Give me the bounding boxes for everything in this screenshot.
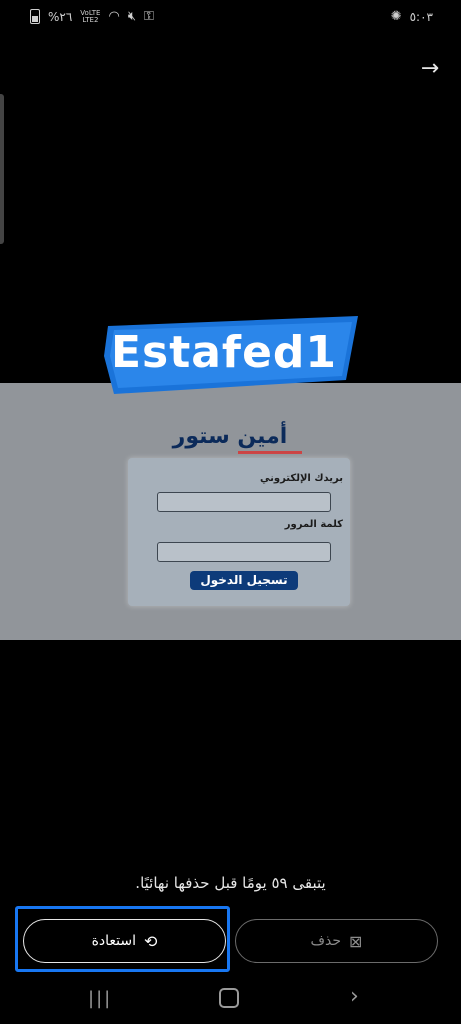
home-icon[interactable]	[219, 988, 239, 1008]
status-right: ✺ ٥:٠٣	[391, 9, 433, 24]
store-title-underline	[238, 451, 302, 454]
arrow-right-icon[interactable]: →	[417, 56, 443, 82]
banner-title: Estafed1	[110, 327, 338, 378]
status-time: ٥:٠٣	[409, 9, 433, 24]
battery-percent: %٢٦	[48, 9, 73, 24]
delete-button[interactable]: حذف ⊠	[235, 919, 438, 963]
recent-apps-icon[interactable]: |||	[88, 988, 112, 1009]
trash-icon: ⊠	[349, 931, 363, 951]
app-notification-icon: ✺	[390, 9, 402, 24]
status-left: %٢٦ VoLTE LTE2 ◠ 🔇︎ ⚿	[30, 9, 154, 24]
network-bottom-label: LTE2	[82, 15, 99, 24]
edge-panel-handle[interactable]	[0, 94, 4, 244]
password-field	[157, 542, 331, 562]
back-icon[interactable]: ›	[350, 984, 359, 1009]
vpn-key-icon: ⚿	[144, 9, 154, 24]
restore-label: استعادة	[91, 933, 137, 949]
mute-icon: 🔇︎	[127, 9, 137, 24]
email-label: بريدك الإلكتروني	[260, 473, 343, 484]
wifi-icon: ◠	[108, 9, 120, 24]
login-button: تسجيل الدخول	[190, 571, 298, 590]
email-field	[157, 492, 331, 512]
battery-icon	[30, 9, 40, 24]
network-icon: VoLTE LTE2	[80, 9, 100, 24]
store-title: أمين ستور	[172, 424, 288, 449]
delete-label: حذف	[310, 933, 342, 949]
restore-button[interactable]: استعادة ⟲	[23, 919, 226, 963]
history-icon: ⟲	[144, 931, 158, 951]
deletion-notice: يتبقى ٥٩ يومًا قبل حذفها نهائيًا.	[135, 874, 326, 892]
password-label: كلمة المرور	[284, 519, 343, 530]
status-bar: %٢٦ VoLTE LTE2 ◠ 🔇︎ ⚿ ✺ ٥:٠٣	[0, 0, 461, 34]
